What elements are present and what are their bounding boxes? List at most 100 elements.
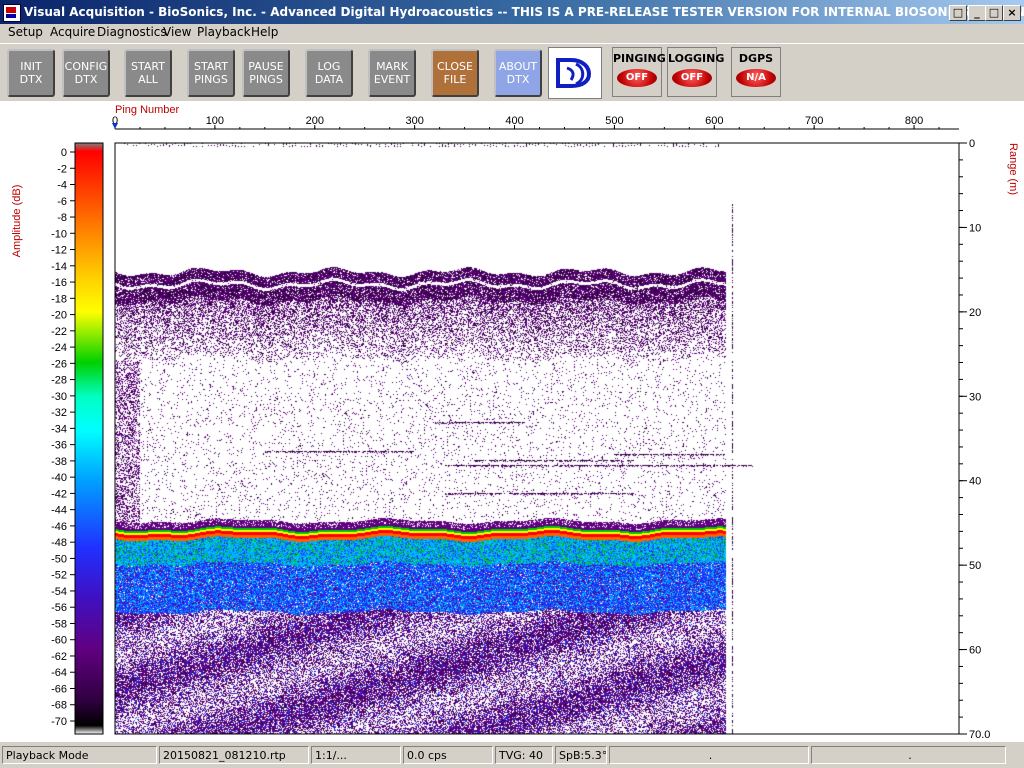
colorbar-tick-label: -34: [51, 423, 67, 435]
status-file: 20150821_081210.rtp: [159, 746, 309, 764]
menu-help[interactable]: Help: [251, 25, 278, 39]
y-tick-label: 50: [969, 560, 981, 572]
colorbar-tick-label: -12: [51, 245, 67, 257]
colorbar-tick-label: -64: [51, 667, 67, 679]
button-label: START: [131, 60, 165, 73]
log-data-button[interactable]: LOG DATA: [305, 49, 353, 97]
close-file-button[interactable]: CLOSE FILE: [431, 49, 479, 97]
button-label: DTX: [506, 73, 530, 86]
colorbar-tick-label: -70: [51, 716, 67, 728]
x-tick-label: 100: [206, 115, 224, 127]
colorbar-tick-label: -14: [51, 261, 67, 273]
x-tick-label: 700: [805, 115, 823, 127]
status-tvg: TVG: 40: [495, 746, 553, 764]
colorbar-tick-label: -32: [51, 407, 67, 419]
start-all-button[interactable]: START ALL: [124, 49, 172, 97]
toolbar: INIT DTX CONFIG DTX START ALL START PINGS PA…: [0, 43, 1024, 103]
status-field-8: .: [811, 746, 1006, 764]
x-tick-label: 600: [705, 115, 723, 127]
title-bar: Visual Acquisition - BioSonics, Inc. - A…: [0, 0, 1024, 24]
colorbar-ticks: 0 -2 -4 -6 -8 -10 -12 -14 -16 -18 -20 -22 -24 -26 -28 -…: [51, 147, 75, 728]
button-label: EVENT: [373, 73, 411, 86]
colorbar-tick-label: -46: [51, 521, 67, 533]
pinging-indicator: PINGING OFF: [612, 47, 666, 97]
button-label: START: [194, 60, 228, 73]
y-axis-ticks: 0 10 20 30 40 50 60 70.0: [959, 138, 990, 741]
y-tick-label: 60: [969, 645, 981, 657]
status-rate: 0.0 cps: [403, 746, 493, 764]
y-tick-label: 70.0: [969, 729, 990, 741]
maximize-button[interactable]: □: [985, 5, 1003, 21]
x-axis-ticks: 0 100 200 300 400 500 600 700 800: [112, 115, 959, 130]
colorbar-tick-label: -24: [51, 342, 67, 354]
pause-pings-button[interactable]: PAUSE PINGS: [242, 49, 290, 97]
button-label: DTX: [19, 73, 43, 86]
button-label: PINGS: [249, 73, 283, 86]
colorbar-tick-label: -60: [51, 635, 67, 647]
y-axis-label: Range (m): [1007, 143, 1019, 195]
y-tick-label: 20: [969, 307, 981, 319]
button-label: FILE: [443, 73, 467, 86]
close-button[interactable]: ×: [1003, 5, 1021, 21]
colorbar-tick-label: -38: [51, 456, 67, 468]
colorbar-tick-label: -28: [51, 375, 67, 387]
colorbar-gradient: [74, 142, 104, 735]
x-axis-label: Ping Number: [115, 104, 180, 116]
menu-diagnostics[interactable]: Diagnostics: [97, 25, 167, 39]
logging-indicator: LOGGING OFF: [667, 47, 724, 97]
y-tick-label: 40: [969, 476, 981, 488]
colorbar-tick-label: -66: [51, 683, 67, 695]
menu-setup[interactable]: Setup: [8, 25, 43, 39]
colorbar-tick-label: -58: [51, 618, 67, 630]
colorbar-tick-label: -26: [51, 358, 67, 370]
colorbar-tick-label: -52: [51, 570, 67, 582]
button-label: DTX: [74, 73, 98, 86]
restore-small-icon[interactable]: □: [949, 5, 967, 21]
colorbar-tick-label: -40: [51, 472, 67, 484]
app-icon[interactable]: [3, 4, 21, 22]
status-spb: SpB:5.3°: [555, 746, 607, 764]
status-bar: Playback Mode 20150821_081210.rtp 1:1/..…: [0, 744, 1024, 768]
button-label: CLOSE: [436, 60, 473, 73]
colorbar-tick-label: -44: [51, 505, 67, 517]
about-dtx-button[interactable]: ABOUT DTX: [494, 49, 542, 97]
echogram-canvas: [115, 143, 959, 734]
colorbar-label: Amplitude (dB): [11, 185, 23, 258]
minimize-button[interactable]: _: [968, 5, 986, 21]
menu-view[interactable]: View: [163, 25, 191, 39]
echogram-svg: 0 -2 -4 -6 -8 -10 -12 -14 -16 -18 -20 -22 -24 -26 -28 -…: [11, 104, 1019, 741]
echogram-panel: 0 -2 -4 -6 -8 -10 -12 -14 -16 -18 -20 -22 -24 -26 -28 -…: [0, 101, 1024, 742]
y-tick-label: 30: [969, 391, 981, 403]
button-label: PAUSE: [248, 60, 284, 73]
colorbar-tick-label: -42: [51, 488, 67, 500]
colorbar-tick-label: -20: [51, 310, 67, 322]
x-tick-label: 500: [605, 115, 623, 127]
status-field-7: .: [609, 746, 809, 764]
dgps-label: DGPS: [738, 52, 774, 65]
init-dtx-button[interactable]: INIT DTX: [7, 49, 55, 97]
x-tick-label: 400: [505, 115, 523, 127]
colorbar-tick-label: -36: [51, 440, 67, 452]
y-tick-label: 10: [969, 222, 981, 234]
y-tick-label: 0: [969, 138, 975, 150]
menu-playback[interactable]: Playback: [197, 25, 251, 39]
colorbar-tick-label: -10: [51, 228, 67, 240]
echogram-image[interactable]: [115, 143, 959, 734]
colorbar-tick-label: -54: [51, 586, 67, 598]
x-tick-label: 200: [306, 115, 324, 127]
dgps-led: N/A: [736, 69, 776, 87]
mark-event-button[interactable]: MARK EVENT: [368, 49, 416, 97]
pinging-label: PINGING: [613, 52, 666, 65]
config-dtx-button[interactable]: CONFIG DTX: [62, 49, 110, 97]
colorbar-tick-label: -22: [51, 326, 67, 338]
colorbar-tick-label: -30: [51, 391, 67, 403]
button-label: MARK: [376, 60, 408, 73]
menu-bar: Setup Acquire Diagnostics View Playback …: [0, 24, 1024, 42]
colorbar-tick-label: -8: [57, 212, 67, 224]
menu-acquire[interactable]: Acquire: [50, 25, 95, 39]
colorbar-tick-label: -18: [51, 293, 67, 305]
colorbar-tick-label: -16: [51, 277, 67, 289]
start-pings-button[interactable]: START PINGS: [187, 49, 235, 97]
button-label: CONFIG: [64, 60, 108, 73]
colorbar: [74, 142, 104, 735]
